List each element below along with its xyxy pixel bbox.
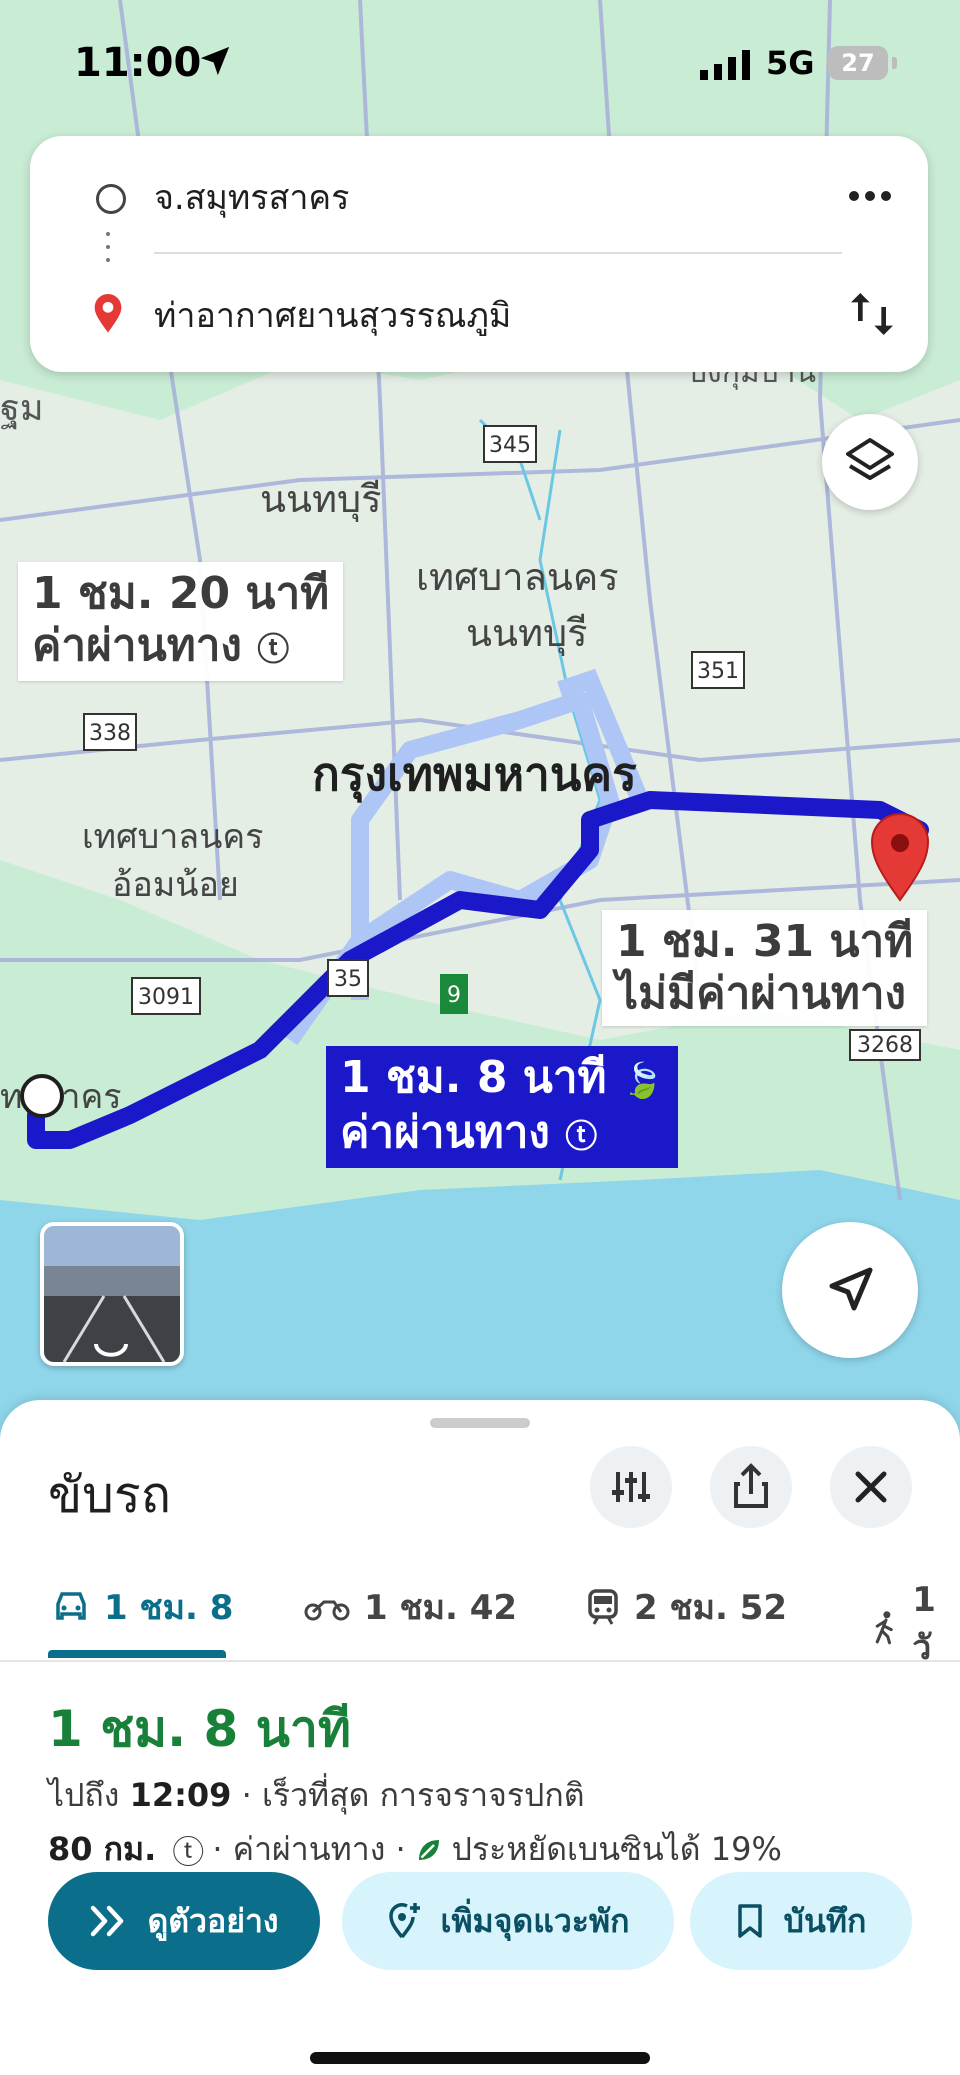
main-time: 1 ชม. 8 นาที 🍃 [340,1052,665,1103]
location-arrow-icon [200,46,230,76]
route-options-button[interactable] [590,1446,672,1528]
tab-motorcycle-label: 1 ชม. 42 [364,1588,518,1628]
layers-icon [846,438,894,480]
connector-dots [106,232,110,276]
alt-route-callout-1[interactable]: 1 ชม. 20 นาที ค่าผ่านทาง ⓣ [18,562,344,681]
map-label-omnoi-1: เทศบาลนคร [82,817,263,857]
sheet-grabber[interactable] [430,1418,530,1428]
layers-button[interactable] [822,414,918,510]
action-buttons: ดูตัวอย่าง เพิ่มจุดแวะพัก บันทึก [48,1872,928,1972]
tab-walk-label: 1 วั [912,1580,936,1668]
map-label-left: ฐม [0,388,44,430]
field-divider [154,252,842,254]
active-tab-indicator [48,1650,226,1658]
map-label-nonthaburi: นนทบุรี [260,477,382,522]
network-label: 5G [766,44,815,82]
sliders-icon [612,1472,650,1502]
double-chevron-icon [91,1905,124,1937]
close-icon [855,1471,887,1503]
alt-route-callout-2[interactable]: 1 ชม. 31 นาที ไม่มีค่าผ่านทาง [602,910,928,1026]
tab-motorcycle[interactable]: 1 ชม. 42 [304,1580,517,1634]
main-toll: ค่าผ่านทาง ⓣ [340,1107,598,1158]
street-view-thumbnail[interactable] [40,1222,184,1366]
share-icon [734,1463,768,1508]
tab-drive[interactable]: 1 ชม. 8 [52,1580,233,1634]
preview-button[interactable]: ดูตัวอย่าง [48,1872,320,1970]
save-label: บันทึก [783,1901,867,1940]
main-route-callout[interactable]: 1 ชม. 8 นาที 🍃 ค่าผ่านทาง ⓣ [326,1046,679,1168]
svg-text:345: 345 [489,433,531,458]
svg-text:35: 35 [334,967,362,992]
origin-field[interactable]: จ.สมุทรสาคร [154,170,349,224]
map-label-omnoi-2: อ้อมน้อย [112,865,239,905]
battery-cap [892,57,897,69]
tab-transit-label: 2 ชม. 52 [634,1588,788,1628]
alt2-time: 1 ชม. 31 นาที [616,916,914,967]
origin-circle-icon [96,184,126,214]
signal-icon [700,50,750,80]
save-button[interactable]: บันทึก [690,1872,912,1970]
status-time: 11:00 [74,40,202,86]
route-details: 80 กม. ⓣ · ค่าผ่านทาง · ประหยัดเบนซินได้… [48,1824,782,1875]
alt1-toll: ค่าผ่านทาง ⓣ [32,620,290,671]
svg-text:338: 338 [89,721,131,746]
origin-marker[interactable] [20,1074,64,1118]
add-stop-button[interactable]: เพิ่มจุดแวะพัก [342,1872,674,1970]
destination-field[interactable]: ท่าอากาศยานสุวรรณภูมิ [154,288,511,342]
map-label-muni-1: เทศบาลนคร [416,555,619,599]
fuel-saving: ประหยัดเบนซินได้ 19% [451,1830,782,1868]
navigation-arrow-icon [829,1267,873,1311]
arrival-time: 12:09 [129,1776,232,1814]
swap-icon[interactable] [844,286,900,342]
leaf-icon [418,1839,439,1860]
directions-sheet: ขับรถ 1 ชม. 8 1 ชม. 42 2 ชม. 52 1 วั 1 ช… [0,1400,960,2075]
directions-card: จ.สมุทรสาคร ท่าอากาศยานสุวรรณภูมิ [30,136,928,372]
route-duration: 1 ชม. 8 นาที [48,1700,351,1758]
sheet-title: ขับรถ [48,1466,172,1524]
shield-35: 35 [327,959,369,997]
share-button[interactable] [710,1446,792,1528]
add-stop-label: เพิ่มจุดแวะพัก [440,1901,630,1940]
tab-drive-label: 1 ชม. 8 [104,1588,234,1628]
shield-345: 345 [483,425,537,463]
travel-mode-tabs: 1 ชม. 8 1 ชม. 42 2 ชม. 52 1 วั [0,1560,960,1668]
route-distance: 80 กม. [48,1830,157,1868]
svg-text:3268: 3268 [857,1033,913,1058]
home-indicator[interactable] [310,2052,650,2064]
shield-9: 9 [440,974,468,1014]
shield-3268: 3268 [849,1029,921,1061]
preview-label: ดูตัวอย่าง [147,1901,279,1940]
battery-icon: 27 [828,46,888,80]
add-location-icon [388,1903,420,1939]
tab-transit[interactable]: 2 ชม. 52 [586,1580,787,1634]
street-view-image [44,1226,180,1362]
motorcycle-icon [304,1600,350,1621]
map-label-bangkok: กรุงเทพมหานคร [312,747,637,803]
shield-338: 338 [83,713,137,751]
svg-text:3091: 3091 [138,985,194,1010]
alt2-toll: ไม่มีค่าผ่านทาง [616,968,907,1019]
shield-3091: 3091 [131,977,201,1015]
close-button[interactable] [830,1446,912,1528]
destination-pin-icon [94,294,122,333]
walk-icon [875,1611,893,1645]
shield-351: 351 [691,651,745,689]
navigate-button[interactable] [782,1222,918,1358]
train-icon [588,1589,618,1625]
tab-walk[interactable]: 1 วั [872,1580,960,1674]
svg-text:9: 9 [447,983,461,1008]
more-options-icon[interactable] [840,176,900,216]
status-bar: 11:00 5G 27 [0,0,960,120]
svg-text:351: 351 [697,659,739,684]
toll-icon: ⓣ [172,1832,205,1871]
toll-icon: ⓣ [565,1117,598,1155]
alt1-time: 1 ชม. 20 นาที [32,568,330,619]
leaf-icon: 🍃 [621,1061,665,1101]
toll-icon: ⓣ [257,630,290,668]
arrival-info: ไปถึง 12:09 · เร็วที่สุด การจราจรปกติ [48,1776,585,1814]
toll-label: · ค่าผ่านทาง · [212,1830,406,1868]
bookmark-icon [737,1904,762,1938]
car-icon [56,1592,86,1620]
map-label-muni-2: นนทบุรี [466,611,588,656]
